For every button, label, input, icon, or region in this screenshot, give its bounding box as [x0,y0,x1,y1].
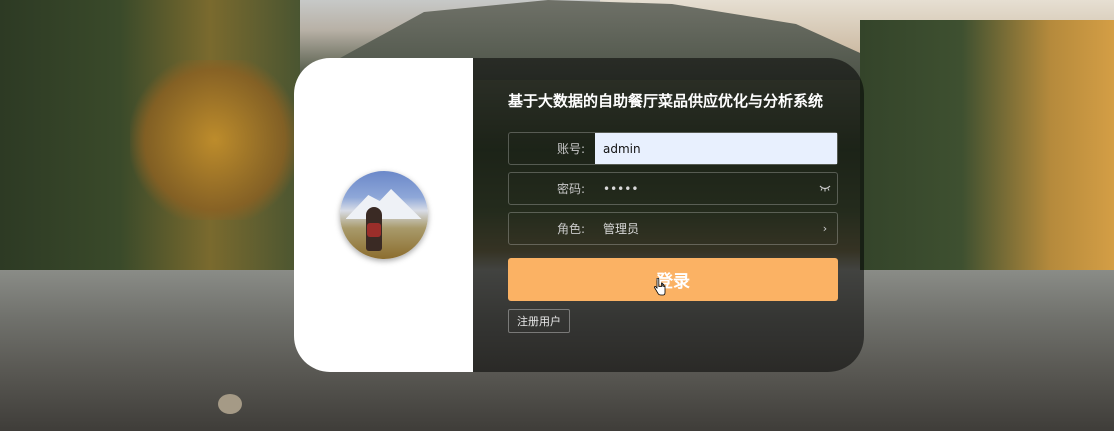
hand-cursor-icon [654,278,666,296]
avatar-panel [294,58,473,372]
register-button[interactable]: 注册用户 [508,309,570,333]
account-row: 账号: admin [508,132,838,165]
rock [218,394,242,414]
login-form-panel: 基于大数据的自助餐厅菜品供应优化与分析系统 账号: admin 密码: ••••… [473,58,864,372]
role-select[interactable]: 管理员 [595,213,813,244]
password-input[interactable]: ••••• [595,173,813,204]
chevron-right-icon[interactable]: › [813,222,837,235]
page-title: 基于大数据的自助餐厅菜品供应优化与分析系统 [508,92,824,110]
password-label: 密码: [556,182,585,196]
role-row: 角色: 管理员 › [508,212,838,245]
account-input[interactable]: admin [595,133,837,164]
avatar-person-shirt [366,223,381,237]
avatar [339,171,428,259]
eye-closed-icon[interactable] [813,182,837,195]
autumn-trees-left [130,60,300,220]
password-row: 密码: ••••• [508,172,838,205]
account-label: 账号: [556,142,585,156]
login-card: 基于大数据的自助餐厅菜品供应优化与分析系统 账号: admin 密码: ••••… [294,58,864,372]
avatar-mountain [345,189,422,219]
login-button[interactable]: 登录 [508,258,838,301]
role-label: 角色: [556,222,585,236]
forest-right [860,20,1114,280]
